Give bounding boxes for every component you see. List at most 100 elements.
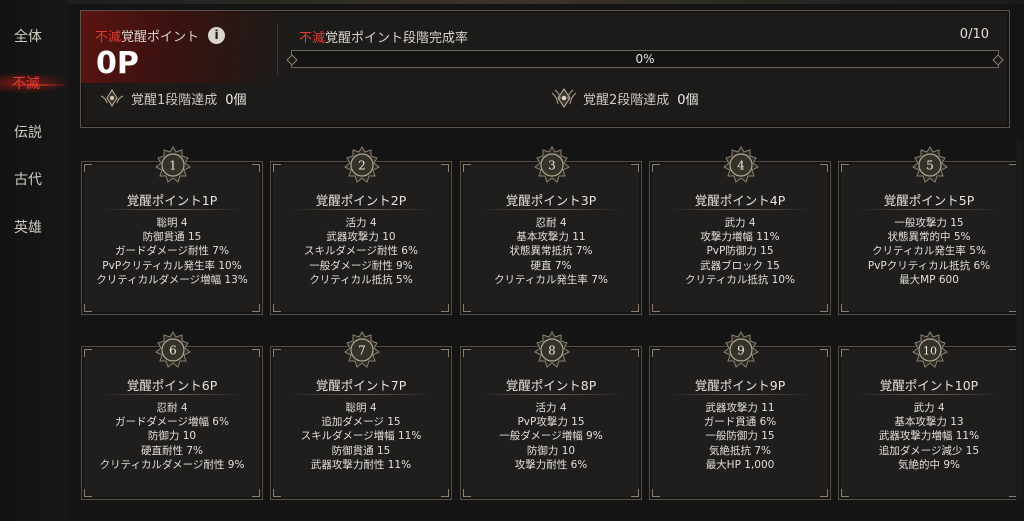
card-stat-line: 忍耐 4 — [156, 402, 188, 414]
card-corner-ornament — [841, 489, 849, 497]
card-title-divider — [859, 394, 999, 395]
points-label-text: 覚醒ポイント — [121, 30, 200, 45]
card-corner-ornament — [631, 489, 639, 497]
card-stat-line: 基本攻撃力 13 — [894, 416, 964, 429]
card-stat-line: 防御貫通 15 — [331, 444, 391, 457]
info-icon[interactable]: i — [208, 27, 225, 44]
card-corner-ornament — [252, 349, 260, 357]
card-corner-ornament — [273, 349, 281, 357]
card-corner-ornament — [463, 489, 471, 497]
card-stat-line: 武力 4 — [913, 402, 945, 414]
card-stat-list: 忍耐 4 基本攻撃力 11 状態異常抵抗 7% 硬直 7% クリティカル発生率 7% — [461, 216, 641, 287]
card-stat-line: 最大HP 1,000 — [705, 458, 775, 471]
card-corner-ornament — [84, 304, 92, 312]
card-corner-ornament — [273, 164, 281, 172]
card-corner-ornament — [820, 489, 828, 497]
card-number-medal-icon: 8 — [534, 331, 570, 368]
card-stat-line: 最大MP 600 — [899, 273, 959, 286]
card-stat-line: 防御力 10 — [147, 430, 197, 443]
card-number-medal-icon: 2 — [344, 146, 380, 183]
card-stat-line: 気絶的中 9% — [898, 458, 960, 471]
card-stat-line: 気絶抵抗 7% — [709, 444, 771, 457]
awakening-card: 2 覚醒ポイント2P 活力 4 武器攻撃力 10 スキルダメージ耐性 6% 一般ダメージ耐… — [270, 146, 452, 315]
awakening-card: 7 覚醒ポイント7P 聡明 4 追加ダメージ 15 スキルダメージ増幅 11% 防御貫通 … — [270, 331, 452, 500]
card-stat-line: 攻撃力耐性 6% — [514, 458, 588, 471]
card-stat-line: PvPクリティカル発生率 10% — [102, 259, 242, 272]
card-stat-line: 硬直 7% — [530, 259, 572, 272]
card-stat-list: 活力 4 武器攻撃力 10 スキルダメージ耐性 6% 一般ダメージ耐性 9% クリティカ… — [271, 216, 451, 287]
card-corner-ornament — [463, 164, 471, 172]
card-corner-ornament — [631, 164, 639, 172]
card-corner-ornament — [441, 349, 449, 357]
card-corner-ornament — [441, 304, 449, 312]
card-corner-ornament — [252, 164, 260, 172]
card-title: 覚醒ポイント1P — [126, 193, 218, 208]
card-title-divider — [102, 209, 242, 210]
card-number-medal-icon: 9 — [723, 331, 759, 368]
top-decor-line — [0, 0, 1024, 4]
card-number-medal-icon: 4 — [723, 146, 759, 183]
sidebar-item-ancient[interactable]: 古代 — [14, 169, 42, 189]
card-stat-line: 聡明 4 — [345, 402, 377, 414]
sidebar-item-all[interactable]: 全体 — [14, 26, 42, 46]
card-stat-line: 硬直耐性 7% — [141, 444, 203, 457]
card-stat-line: 忍耐 4 — [535, 217, 567, 229]
card-stat-list: 武器攻撃力 11 ガード貫通 6% 一般防御力 15 気絶抵抗 7% 最大HP 1,00… — [650, 401, 830, 472]
grade-sidebar: 全体 不滅 伝説 古代 英雄 — [0, 0, 72, 521]
card-title-divider — [102, 394, 242, 395]
card-stat-line: クリティカルダメージ増幅 13% — [96, 273, 248, 286]
sidebar-item-immortal[interactable]: 不滅 — [12, 73, 40, 93]
card-corner-ornament — [841, 349, 849, 357]
stage1-label: 覚醒1段階達成 — [131, 92, 218, 108]
card-stat-line: 活力 4 — [345, 217, 377, 229]
card-stat-line: 武器攻撃力耐性 11% — [310, 458, 412, 471]
card-title-divider — [481, 394, 621, 395]
grade-prefix: 不滅 — [95, 30, 122, 45]
card-stat-line: 武器攻撃力増幅 11% — [878, 430, 980, 443]
card-number: 1 — [169, 159, 177, 173]
card-stat-list: 聡明 4 防御貫通 15 ガードダメージ耐性 7% PvPクリティカル発生率 10% ク… — [82, 216, 262, 287]
card-corner-ornament — [652, 304, 660, 312]
card-stat-line: 状態異常抵抗 7% — [509, 245, 593, 258]
awakening-card: 8 覚醒ポイント8P 活力 4 PvP攻撃力 15 一般ダメージ増幅 9% 防御力 10 攻… — [460, 331, 642, 500]
card-title: 覚醒ポイント7P — [315, 378, 407, 393]
card-corner-ornament — [84, 489, 92, 497]
card-stat-line: 追加ダメージ 15 — [321, 416, 401, 429]
stage1-badge-icon — [100, 89, 124, 107]
card-stat-line: 一般ダメージ耐性 9% — [309, 259, 413, 272]
card-corner-ornament — [441, 489, 449, 497]
card-corner-ornament — [841, 304, 849, 312]
card-stat-line: クリティカル抵抗 5% — [309, 273, 413, 286]
card-corner-ornament — [820, 304, 828, 312]
awakening-card: 1 覚醒ポイント1P 聡明 4 防御貫通 15 ガードダメージ耐性 7% PvPクリティカ… — [81, 146, 263, 315]
card-stat-list: 忍耐 4 ガードダメージ増幅 6% 防御力 10 硬直耐性 7% クリティカルダメージ耐… — [82, 401, 262, 472]
card-corner-ornament — [463, 304, 471, 312]
card-stat-line: PvP攻撃力 15 — [517, 416, 585, 429]
card-corner-ornament — [631, 304, 639, 312]
card-stat-line: PvPクリティカル抵抗 6% — [867, 259, 991, 272]
awakening-card: 9 覚醒ポイント9P 武器攻撃力 11 ガード貫通 6% 一般防御力 15 気絶抵抗 7%… — [649, 331, 831, 500]
card-stat-line: クリティカル発生率 7% — [494, 273, 608, 286]
card-corner-ornament — [252, 489, 260, 497]
awakening-summary-panel: 不滅覚醒ポイント i 0P 不滅覚醒ポイント段階完成率 0/10 0% 覚醒1段… — [80, 10, 1010, 128]
card-stat-list: 一般攻撃力 15 状態異常的中 5% クリティカル発生率 5% PvPクリティカル抵抗… — [839, 216, 1019, 287]
card-stat-list: 武力 4 攻撃力増幅 11% PvP防御力 15 武器ブロック 15 クリティカル抵抗 … — [650, 216, 830, 287]
awakening-card: 4 覚醒ポイント4P 武力 4 攻撃力増幅 11% PvP防御力 15 武器ブロック 15… — [649, 146, 831, 315]
card-title: 覚醒ポイント6P — [126, 378, 218, 393]
card-title-divider — [859, 209, 999, 210]
card-title: 覚醒ポイント3P — [505, 193, 597, 208]
card-corner-ornament — [252, 304, 260, 312]
card-stat-line: 状態異常的中 5% — [887, 231, 971, 244]
card-stat-list: 聡明 4 追加ダメージ 15 スキルダメージ増幅 11% 防御貫通 15 武器攻撃力耐性… — [271, 401, 451, 472]
scrollbar[interactable] — [1016, 140, 1022, 500]
sidebar-item-legendary[interactable]: 伝説 — [14, 122, 42, 142]
card-title: 覚醒ポイント2P — [315, 193, 407, 208]
card-stat-line: ガード貫通 6% — [703, 416, 777, 429]
card-corner-ornament — [273, 489, 281, 497]
card-stat-line: 活力 4 — [535, 402, 567, 414]
card-stat-line: 攻撃力増幅 11% — [700, 231, 780, 244]
card-stat-line: 聡明 4 — [156, 217, 188, 229]
sidebar-item-heroic[interactable]: 英雄 — [14, 217, 42, 237]
card-number-medal-icon: 10 — [912, 331, 948, 368]
progress-percent: 0% — [635, 52, 655, 66]
